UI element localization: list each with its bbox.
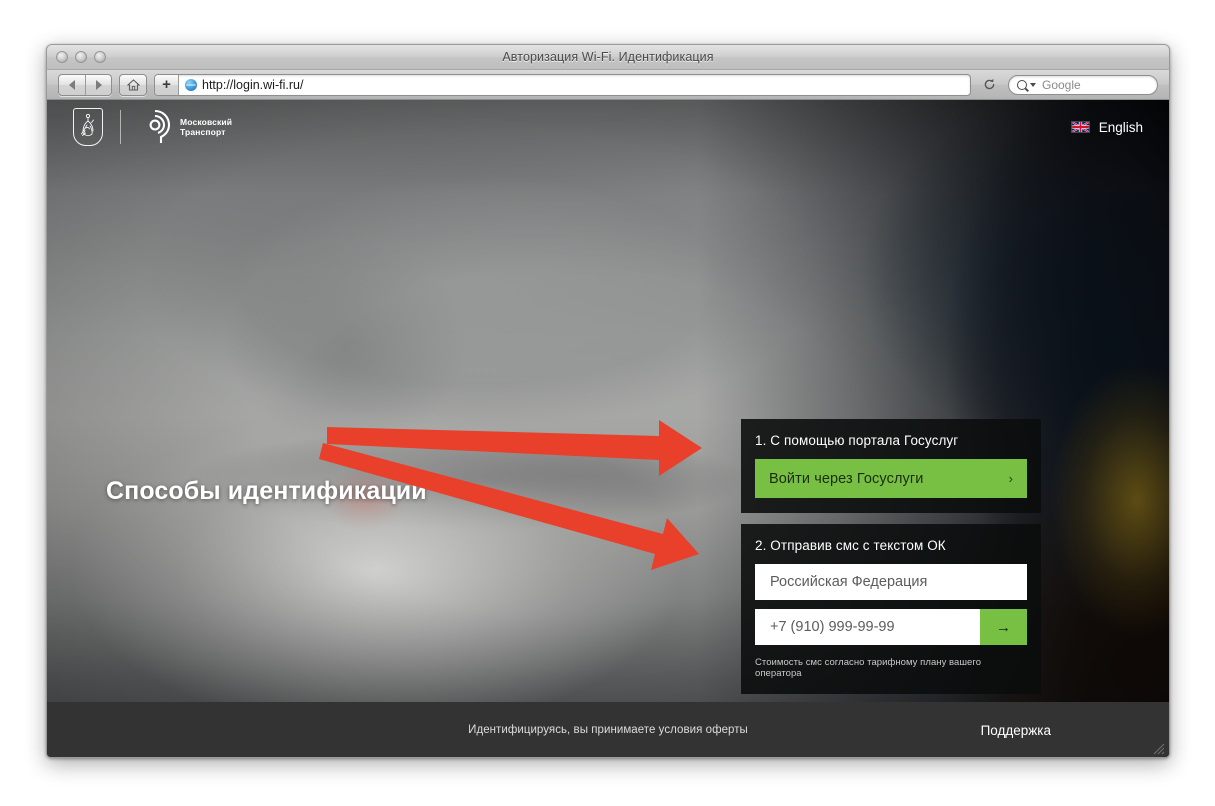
browser-window: Авторизация Wi-Fi. Идентификация + http:… — [46, 44, 1170, 758]
panel-spacer — [741, 513, 1041, 524]
support-link[interactable]: Поддержка — [981, 723, 1051, 738]
plus-icon: + — [162, 76, 171, 93]
phone-submit-button[interactable]: → — [980, 609, 1027, 645]
search-input-placeholder: Google — [1042, 77, 1081, 92]
country-select[interactable]: Российская Федерация — [755, 564, 1027, 600]
panel-gosuslugi-title: 1. С помощью портала Госуслуг — [755, 433, 959, 448]
reload-button[interactable] — [978, 78, 1000, 91]
phone-input[interactable]: +7 (910) 999-99-99 — [755, 609, 980, 645]
gosuslugi-login-button[interactable]: Войти через Госуслуги › — [755, 459, 1027, 498]
magnifier-icon — [1017, 79, 1027, 90]
close-button[interactable] — [56, 51, 68, 63]
navigation-buttons — [58, 73, 112, 96]
phone-input-row: +7 (910) 999-99-99 → — [755, 609, 1027, 645]
window-titlebar: Авторизация Wi-Fi. Идентификация — [47, 45, 1169, 70]
window-title: Авторизация Wi-Fi. Идентификация — [502, 50, 714, 64]
moscow-transport-logo: Московский Транспорт — [138, 108, 232, 146]
back-button[interactable] — [59, 75, 85, 95]
browser-toolbar: + http://login.wi-fi.ru/ Google — [47, 70, 1169, 100]
address-bar-url: http://login.wi-fi.ru/ — [202, 77, 304, 92]
back-arrow-icon — [69, 79, 75, 90]
transport-mark-icon — [149, 109, 171, 143]
moscow-coat-of-arms-icon — [73, 108, 103, 146]
logo-group: Московский Транспорт — [73, 108, 232, 146]
globe-icon — [185, 78, 197, 91]
phone-input-value: +7 (910) 999-99-99 — [770, 619, 895, 635]
search-bar[interactable]: Google — [1008, 74, 1158, 95]
language-switcher[interactable]: English — [1070, 119, 1143, 135]
uk-flag-icon — [1070, 121, 1090, 133]
panel-sms-title: 2. Отправив смс с текстом ОК — [755, 538, 946, 553]
arrow-right-icon: → — [996, 618, 1011, 636]
identification-panels: 1. С помощью портала Госуслуг Войти чере… — [741, 419, 1041, 694]
logo-divider — [120, 110, 121, 144]
zoom-button[interactable] — [94, 51, 106, 63]
resize-grip[interactable] — [1151, 741, 1165, 755]
sms-cost-note: Стоимость смс согласно тарифному плану в… — [755, 657, 982, 679]
chevron-right-icon: › — [1008, 471, 1013, 486]
reload-icon — [984, 78, 994, 90]
site-header: Московский Транспорт English — [47, 100, 1169, 154]
chevron-down-icon — [1030, 82, 1036, 87]
transport-logo-text: Московский Транспорт — [180, 116, 233, 137]
gosuslugi-login-label: Войти через Госуслуги — [769, 470, 924, 487]
page-title: Способы идентификации — [106, 477, 427, 505]
language-label: English — [1098, 119, 1143, 135]
home-icon — [126, 78, 140, 91]
address-bar[interactable]: + http://login.wi-fi.ru/ — [154, 73, 971, 96]
forward-button[interactable] — [85, 74, 111, 95]
panel-sms: 2. Отправив смс с текстом ОК Российская … — [741, 524, 1041, 694]
forward-arrow-icon — [95, 79, 102, 90]
page-content: Московский Транспорт English Способы иде… — [47, 100, 1169, 757]
site-footer: Идентифицируясь, вы принимаете условия о… — [47, 702, 1169, 757]
traffic-light-buttons — [56, 51, 106, 63]
home-button[interactable] — [120, 75, 146, 95]
country-select-value: Российская Федерация — [770, 574, 928, 590]
new-tab-button[interactable]: + — [155, 74, 179, 95]
minimize-button[interactable] — [75, 51, 87, 63]
home-button-group — [119, 73, 147, 96]
panel-gosuslugi: 1. С помощью портала Госуслуг Войти чере… — [741, 419, 1041, 513]
